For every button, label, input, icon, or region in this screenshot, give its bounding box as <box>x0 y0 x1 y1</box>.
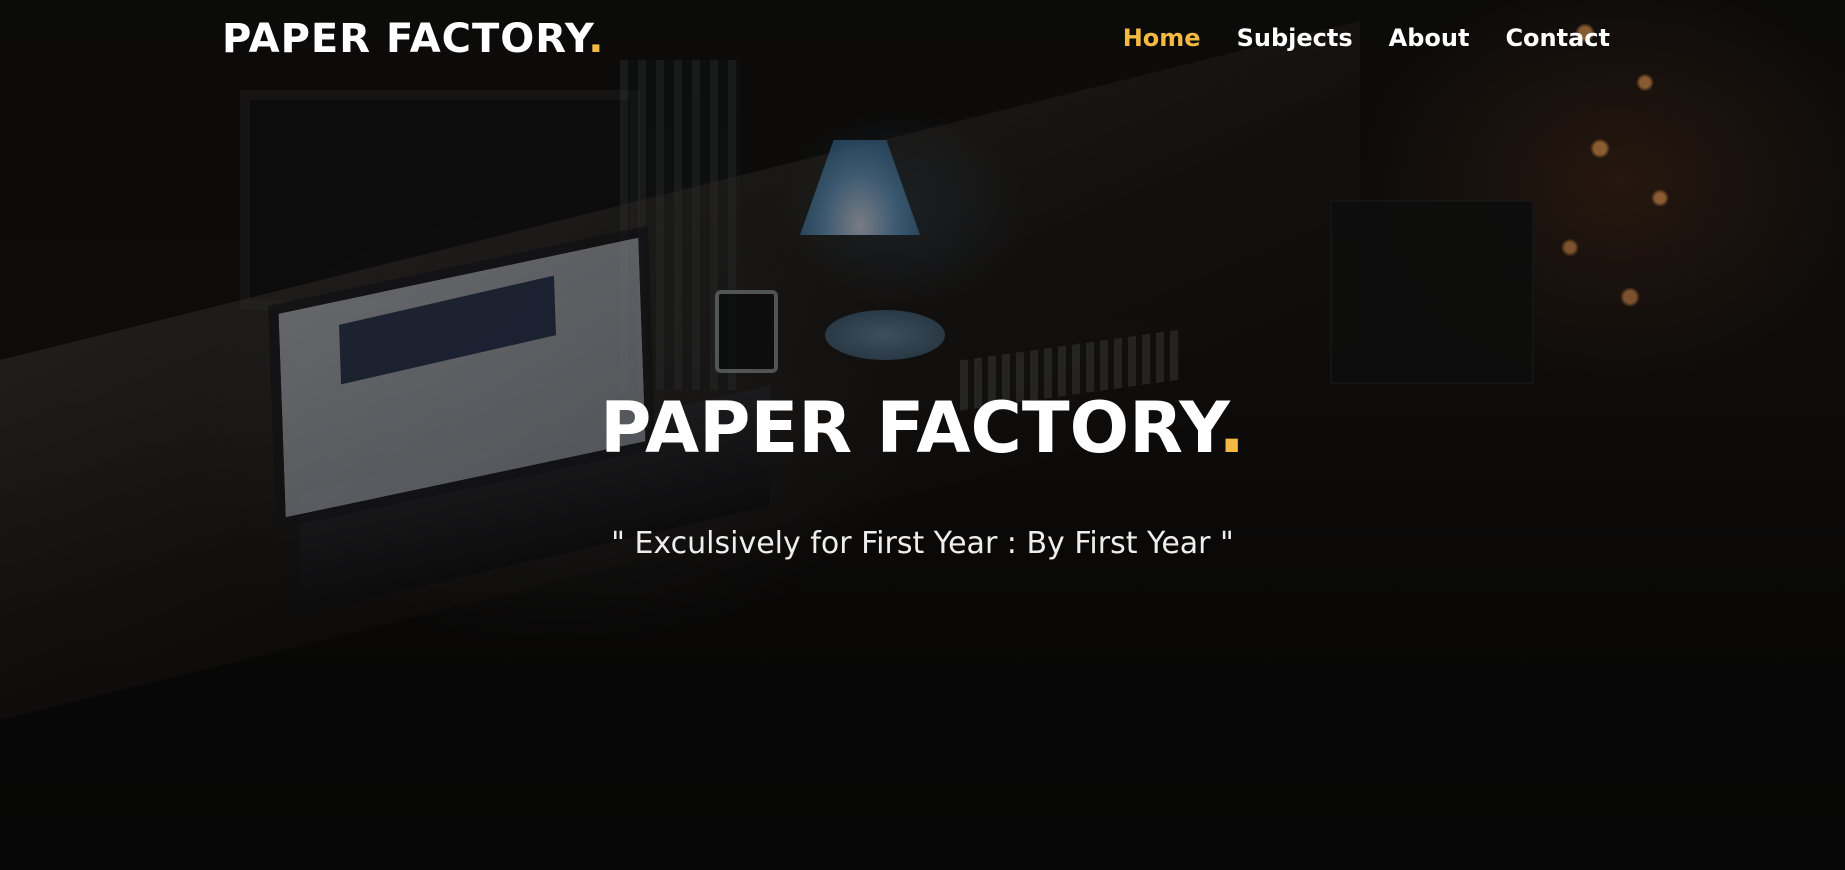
navbar: PAPER FACTORY. Home Subjects About Conta… <box>0 0 1845 82</box>
hero-title-text: PAPER FACTORY <box>600 387 1219 469</box>
background-monitor <box>1330 200 1534 384</box>
nav-menu: Home Subjects About Contact <box>1123 24 1610 52</box>
brand-logo-link[interactable]: PAPER FACTORY. <box>222 16 604 62</box>
brand-dot: . <box>588 16 605 62</box>
nav-link-subjects[interactable]: Subjects <box>1237 24 1353 52</box>
nav-item-about: About <box>1389 24 1470 52</box>
nav-item-subjects: Subjects <box>1237 24 1353 52</box>
nav-link-home[interactable]: Home <box>1123 24 1201 52</box>
nav-item-contact: Contact <box>1505 24 1610 52</box>
hero-title-dot: . <box>1218 387 1245 469</box>
background-lamp-shade <box>800 140 920 235</box>
hero-title: PAPER FACTORY. <box>0 380 1845 476</box>
background-window <box>240 90 640 310</box>
nav-link-about[interactable]: About <box>1389 24 1470 52</box>
background-lamp-base <box>825 310 945 360</box>
nav-link-contact[interactable]: Contact <box>1505 24 1610 52</box>
hero-content: PAPER FACTORY. " Exculsively for First Y… <box>0 380 1845 561</box>
brand-text: PAPER FACTORY <box>222 16 589 62</box>
nav-item-home: Home <box>1123 24 1201 52</box>
background-desk <box>0 20 1360 730</box>
background-curtain <box>620 60 740 390</box>
background-laptop-banner <box>339 275 556 385</box>
hero-section: PAPER FACTORY. Home Subjects About Conta… <box>0 0 1845 870</box>
background-phone <box>715 290 778 373</box>
hero-subtitle: " Exculsively for First Year : By First … <box>611 526 1234 561</box>
